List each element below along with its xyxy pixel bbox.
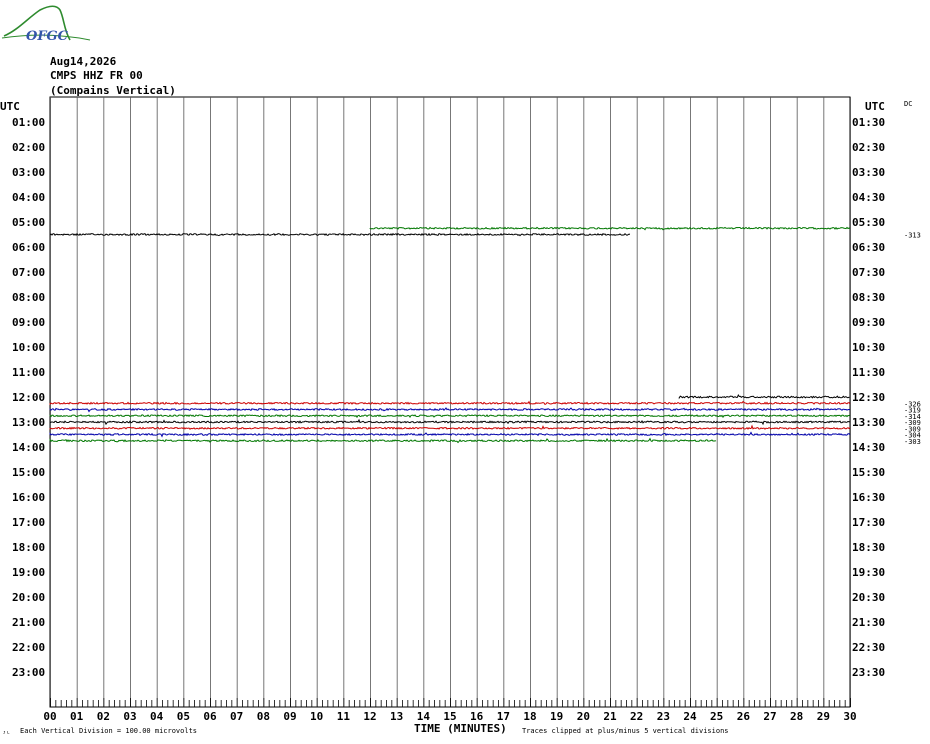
left-hour-label: 08:00 <box>12 291 45 304</box>
x-axis-title: TIME (MINUTES) <box>414 722 507 735</box>
left-hour-label: 22:00 <box>12 641 45 654</box>
seismic-trace <box>49 232 631 237</box>
seismic-trace <box>49 431 851 438</box>
x-tick-label: 12 <box>363 710 376 723</box>
left-hour-label: 04:00 <box>12 191 45 204</box>
x-tick-label: 04 <box>150 710 164 723</box>
right-hour-label: 08:30 <box>852 291 885 304</box>
vertical-division-note: Each Vertical Division = 100.00 microvol… <box>20 727 197 735</box>
x-tick-label: 07 <box>230 710 243 723</box>
x-tick-label: 20 <box>577 710 590 723</box>
x-tick-label: 02 <box>97 710 110 723</box>
chart-grid <box>49 96 851 708</box>
left-hour-label: 17:00 <box>12 516 45 529</box>
left-hour-label: 10:00 <box>12 341 45 354</box>
right-hour-label: 17:30 <box>852 516 885 529</box>
left-hour-label: 14:00 <box>12 441 45 454</box>
x-tick-label: 29 <box>817 710 830 723</box>
x-tick-label: 21 <box>603 710 617 723</box>
helicorder-chart: 00 01 02 03 04 05 06 07 08 09 10 11 12 13 14 15 16 17 18 19… <box>0 96 921 738</box>
x-axis-ticks <box>50 698 851 707</box>
left-hour-label: 21:00 <box>12 616 45 629</box>
dc-offset-label: -313 <box>904 232 921 240</box>
left-hour-label: 09:00 <box>12 316 45 329</box>
left-hour-label: 03:00 <box>12 166 45 179</box>
left-hour-label: 01:00 <box>12 116 45 129</box>
left-hour-label: 02:00 <box>12 141 45 154</box>
left-hour-label: 06:00 <box>12 241 45 254</box>
left-hour-label: 12:00 <box>12 391 45 404</box>
right-hour-label: 22:30 <box>852 641 885 654</box>
right-hour-label: 21:30 <box>852 616 885 629</box>
left-hour-label: 18:00 <box>12 541 45 554</box>
right-hour-label: 02:30 <box>852 141 885 154</box>
right-hour-label: 09:30 <box>852 316 885 329</box>
right-hour-label: 20:30 <box>852 591 885 604</box>
right-hour-label: 13:30 <box>852 416 885 429</box>
right-hour-label: 05:30 <box>852 216 885 229</box>
x-tick-label: 05 <box>177 710 190 723</box>
left-utc-title: UTC <box>0 100 20 113</box>
left-hour-label: 23:00 <box>12 666 45 679</box>
x-tick-label: 01 <box>70 710 84 723</box>
x-tick-label: 08 <box>257 710 270 723</box>
right-utc-title: UTC <box>865 100 885 113</box>
chart-traces <box>49 226 851 444</box>
seismic-trace <box>49 437 717 444</box>
x-tick-label: 13 <box>390 710 403 723</box>
x-tick-label: 28 <box>790 710 803 723</box>
chart-frame <box>49 96 851 708</box>
seismic-trace <box>369 226 851 231</box>
right-hour-label: 10:30 <box>852 341 885 354</box>
right-hour-label: 06:30 <box>852 241 885 254</box>
seismic-trace <box>49 418 851 426</box>
left-hour-label: 05:00 <box>12 216 45 229</box>
right-hour-label: 19:30 <box>852 566 885 579</box>
right-hour-label: 01:30 <box>852 116 885 129</box>
x-tick-label: 24 <box>683 710 697 723</box>
x-tick-label: 19 <box>550 710 563 723</box>
left-hour-label: 20:00 <box>12 591 45 604</box>
x-tick-label: 25 <box>710 710 723 723</box>
seismic-trace <box>49 414 851 419</box>
left-hour-label: 11:00 <box>12 366 45 379</box>
x-tick-label: 26 <box>737 710 751 723</box>
left-hour-label: 15:00 <box>12 466 45 479</box>
seismic-trace <box>49 424 851 431</box>
chart-labels: 00 01 02 03 04 05 06 07 08 09 10 11 12 13 14 15 16 17 18 19… <box>12 116 921 723</box>
x-tick-label: 23 <box>657 710 670 723</box>
x-tick-label: 22 <box>630 710 643 723</box>
left-hour-label: 07:00 <box>12 266 45 279</box>
clipping-note: Traces clipped at plus/minus 5 vertical … <box>522 727 729 735</box>
dc-column-title: DC <box>904 100 912 108</box>
right-hour-label: 12:30 <box>852 391 885 404</box>
x-tick-label: 18 <box>523 710 536 723</box>
right-hour-label: 07:30 <box>852 266 885 279</box>
x-tick-label: 30 <box>843 710 856 723</box>
right-hour-label: 14:30 <box>852 441 885 454</box>
x-tick-label: 03 <box>123 710 136 723</box>
x-tick-label: 09 <box>283 710 296 723</box>
seismic-trace <box>49 407 851 413</box>
left-hour-label: 13:00 <box>12 416 45 429</box>
corner-mark: ᴶᴸ <box>2 730 10 738</box>
x-tick-label: 11 <box>337 710 351 723</box>
right-hour-label: 23:30 <box>852 666 885 679</box>
right-hour-label: 03:30 <box>852 166 885 179</box>
x-tick-label: 06 <box>203 710 217 723</box>
right-hour-label: 11:30 <box>852 366 885 379</box>
left-hour-label: 16:00 <box>12 491 45 504</box>
left-hour-label: 19:00 <box>12 566 45 579</box>
right-hour-label: 04:30 <box>852 191 885 204</box>
x-tick-label: 10 <box>310 710 323 723</box>
dc-offset-label: -303 <box>904 438 921 446</box>
right-hour-label: 16:30 <box>852 491 885 504</box>
x-tick-label: 00 <box>43 710 56 723</box>
right-hour-label: 18:30 <box>852 541 885 554</box>
x-tick-label: 27 <box>763 710 776 723</box>
right-hour-label: 15:30 <box>852 466 885 479</box>
seismic-trace <box>49 400 851 406</box>
